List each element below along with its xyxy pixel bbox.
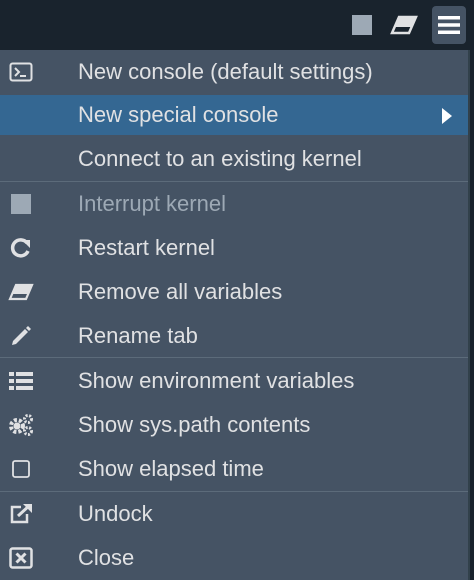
menu-item-undock[interactable]: Undock (0, 494, 468, 534)
menu-separator (0, 491, 468, 492)
menu-separator (0, 357, 468, 358)
menu-item-label: Rename tab (78, 323, 198, 348)
hamburger-menu-icon (438, 16, 460, 34)
menu-item-show-env-vars[interactable]: Show environment variables (0, 361, 468, 401)
menu-item-label: New console (default settings) (78, 59, 373, 84)
stop-square-icon (8, 191, 34, 217)
menu-item-interrupt-kernel: Interrupt kernel (0, 184, 468, 224)
stop-icon (352, 15, 372, 35)
eraser-icon (390, 15, 418, 35)
options-menu-button[interactable] (432, 6, 466, 44)
options-menu: New console (default settings) New speci… (0, 50, 470, 580)
menu-item-label: Restart kernel (78, 235, 215, 260)
list-icon (8, 368, 34, 394)
menu-item-new-console[interactable]: New console (default settings) (0, 52, 468, 92)
menu-item-label: Show elapsed time (78, 456, 264, 481)
external-link-icon (8, 501, 34, 527)
close-box-icon (8, 545, 34, 571)
menu-item-rename-tab[interactable]: Rename tab (0, 316, 468, 356)
menu-item-label: Show sys.path contents (78, 412, 311, 437)
menu-item-label: Show environment variables (78, 368, 355, 393)
menu-item-label: Remove all variables (78, 279, 283, 304)
restart-icon (8, 235, 34, 261)
menu-item-show-sys-path[interactable]: Show sys.path contents (0, 405, 468, 445)
menu-item-label: Undock (78, 501, 153, 526)
menu-item-connect-kernel[interactable]: Connect to an existing kernel (0, 139, 468, 179)
menu-separator (0, 181, 468, 182)
remove-variables-button[interactable] (388, 8, 420, 42)
menu-item-label: Connect to an existing kernel (78, 146, 362, 171)
gears-icon (8, 412, 34, 438)
menu-item-show-elapsed-time[interactable]: Show elapsed time (0, 449, 468, 489)
eraser-icon (8, 279, 34, 305)
pencil-icon (8, 323, 34, 349)
menu-item-new-special-console[interactable]: New special console (0, 95, 468, 135)
menu-item-label: Close (78, 545, 135, 570)
stop-button[interactable] (346, 8, 378, 42)
menu-item-label: New special console (78, 102, 279, 127)
menu-item-restart-kernel[interactable]: Restart kernel (0, 228, 468, 268)
checkbox-icon[interactable] (8, 456, 34, 482)
menu-item-close[interactable]: Close (0, 538, 468, 578)
menu-item-label: Interrupt kernel (78, 191, 226, 216)
menu-item-remove-variables[interactable]: Remove all variables (0, 272, 468, 312)
submenu-arrow-icon (442, 108, 452, 124)
console-toolbar (0, 0, 474, 50)
console-icon (8, 59, 34, 85)
